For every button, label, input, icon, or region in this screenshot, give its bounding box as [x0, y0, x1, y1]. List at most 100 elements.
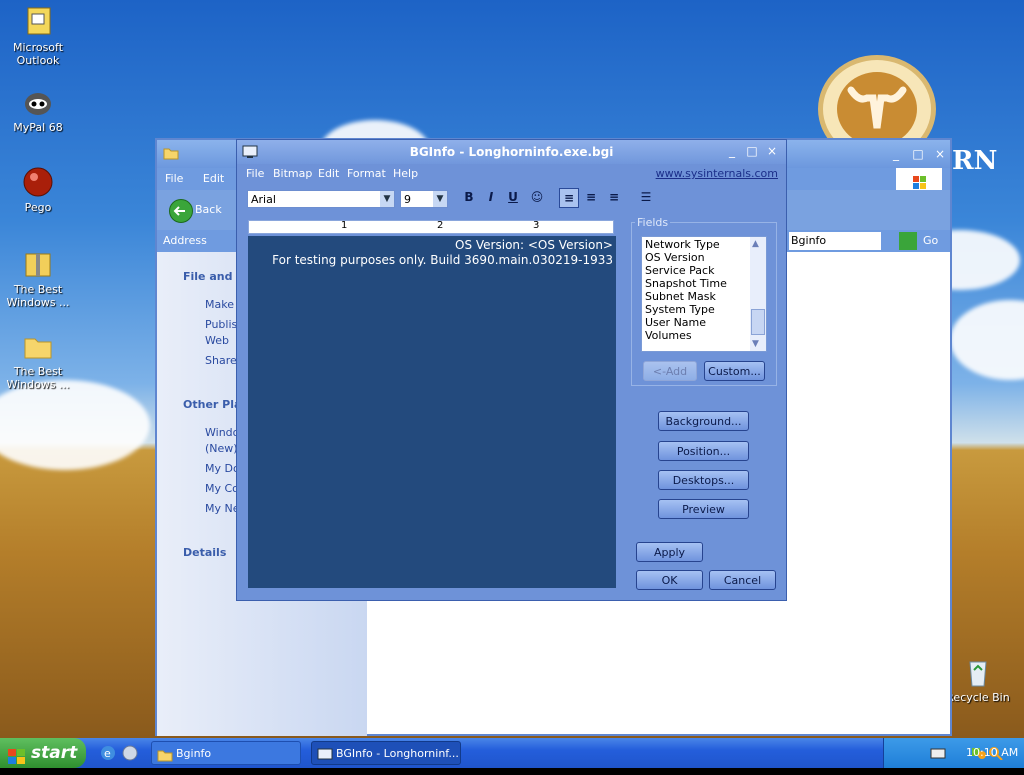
maximize-icon[interactable]: □ — [909, 146, 927, 162]
svg-text:e: e — [104, 747, 111, 760]
place-my-documents[interactable]: My Do — [205, 462, 240, 475]
field-item[interactable]: Snapshot Time — [645, 277, 727, 290]
font-size-select[interactable]: 9 ▼ — [400, 190, 448, 208]
dialog-title: BGInfo - Longhorninfo.exe.bgi — [409, 145, 614, 159]
minimize-icon[interactable]: _ — [723, 143, 741, 159]
maximize-icon[interactable]: □ — [743, 143, 761, 159]
fields-scrollbar[interactable]: ▲ ▼ — [750, 237, 766, 351]
font-name-select[interactable]: Arial ▼ — [247, 190, 395, 208]
underline-icon[interactable]: U — [504, 188, 522, 206]
folder-icon — [157, 747, 173, 771]
cancel-button[interactable]: Cancel — [709, 570, 776, 590]
scroll-up-icon[interactable]: ▲ — [752, 239, 759, 249]
address-field[interactable]: Bginfo — [789, 232, 881, 250]
folder-icon — [22, 330, 54, 362]
back-button[interactable]: Back — [195, 203, 222, 216]
bold-icon[interactable]: B — [460, 188, 478, 206]
task-share[interactable]: Share — [205, 354, 237, 367]
menu-edit[interactable]: Edit — [195, 168, 232, 189]
ruler-mark: 1 — [341, 220, 348, 231]
ruler: 1 2 3 — [248, 220, 614, 234]
desktop-icon-label: Pego — [24, 201, 52, 214]
recycle-bin-icon — [962, 656, 994, 688]
clock-text: 10:10 AM — [966, 746, 1019, 759]
apply-button[interactable]: Apply — [636, 542, 703, 562]
bull-logo-icon — [837, 72, 917, 146]
background-button[interactable]: Background... — [658, 411, 749, 431]
bginfo-app-icon — [317, 747, 333, 771]
align-center-icon[interactable]: ≡ — [582, 188, 600, 206]
field-item[interactable]: OS Version — [645, 251, 705, 264]
align-right-icon[interactable]: ≡ — [605, 188, 623, 206]
sysinternals-link[interactable]: www.sysinternals.com — [656, 167, 778, 180]
dialog-titlebar[interactable]: BGInfo - Longhorninfo.exe.bgi _ □ × — [237, 140, 786, 164]
place-my-network[interactable]: My Ne — [205, 502, 240, 515]
task-bginfo-dialog[interactable]: BGInfo - Longhorninf... — [311, 741, 461, 765]
place-my-computer[interactable]: My Co — [205, 482, 239, 495]
menu-file[interactable]: File — [157, 168, 191, 189]
start-button[interactable]: start — [0, 738, 86, 768]
ruler-mark: 2 — [437, 220, 444, 231]
task-label: BGInfo - Longhorninf... — [336, 747, 459, 760]
add-field-button[interactable]: <-Add — [643, 361, 697, 381]
desktop-icon-zip[interactable]: The Best Windows ... — [0, 248, 76, 309]
editor-line: OS Version: <OS Version> — [455, 238, 613, 252]
chevron-down-icon[interactable]: ▼ — [380, 191, 394, 207]
bginfo-dialog[interactable]: BGInfo - Longhorninfo.exe.bgi _ □ × File… — [236, 139, 787, 601]
bullet-list-icon[interactable]: ☰ — [637, 188, 655, 206]
menu-format[interactable]: Format — [347, 167, 386, 180]
task-label: Bginfo — [176, 747, 212, 760]
desktop-icon-label: Microsoft Outlook — [12, 41, 64, 67]
place-windows[interactable]: Windo — [205, 426, 239, 439]
details-heading[interactable]: Details — [183, 546, 226, 559]
preview-button[interactable]: Preview — [658, 499, 749, 519]
menu-help[interactable]: Help — [393, 167, 418, 180]
field-item[interactable]: Volumes — [645, 329, 692, 342]
position-button[interactable]: Position... — [658, 441, 749, 461]
task-bginfo-folder[interactable]: Bginfo — [151, 741, 301, 765]
close-icon[interactable]: × — [931, 146, 949, 162]
close-icon[interactable]: × — [763, 143, 781, 159]
desktop-icon-mypal[interactable]: MyPal 68 — [0, 86, 76, 134]
folder-icon — [163, 146, 179, 163]
go-button[interactable]: Go — [923, 234, 938, 247]
chevron-down-icon[interactable]: ▼ — [433, 191, 447, 207]
back-arrow-icon[interactable] — [169, 199, 193, 223]
align-left-icon[interactable]: ≡ — [559, 188, 579, 208]
dialog-menubar: File Bitmap Edit Format Help www.sysinte… — [237, 164, 786, 184]
scroll-thumb[interactable] — [751, 309, 765, 335]
windows-flag-icon — [8, 745, 26, 775]
address-label: Address — [163, 234, 207, 247]
keyboard-icon[interactable] — [930, 746, 946, 763]
desktop-icon-outlook[interactable]: Microsoft Outlook — [0, 6, 76, 67]
fields-list[interactable]: Network Type OS Version Service Pack Sna… — [641, 236, 767, 352]
field-item[interactable]: Service Pack — [645, 264, 714, 277]
scroll-down-icon[interactable]: ▼ — [752, 339, 759, 349]
desktop-icon-pego[interactable]: Pego — [0, 166, 76, 214]
field-item[interactable]: User Name — [645, 316, 706, 329]
desktops-button[interactable]: Desktops... — [658, 470, 749, 490]
internet-explorer-icon[interactable]: e — [100, 745, 116, 764]
minimize-icon[interactable]: _ — [887, 146, 905, 162]
field-item[interactable]: Subnet Mask — [645, 290, 716, 303]
fields-label: Fields — [635, 216, 671, 229]
menu-edit[interactable]: Edit — [318, 167, 339, 180]
field-item[interactable]: Network Type — [645, 238, 720, 251]
zip-folder-icon — [22, 248, 54, 280]
task-publish-web[interactable]: Web — [205, 334, 229, 347]
field-item[interactable]: System Type — [645, 303, 715, 316]
cloud — [950, 300, 1024, 380]
desktop-icon-folder[interactable]: The Best Windows ... — [0, 330, 76, 391]
desktop-icon-label: MyPal 68 — [13, 121, 63, 134]
custom-button[interactable]: Custom... — [704, 361, 765, 381]
go-arrow-icon[interactable] — [899, 232, 917, 250]
raccoon-icon — [22, 86, 54, 118]
show-desktop-icon[interactable] — [122, 745, 138, 764]
menu-file[interactable]: File — [246, 167, 264, 180]
font-color-icon[interactable]: ☺ — [528, 188, 546, 206]
italic-icon[interactable]: I — [482, 188, 500, 206]
menu-bitmap[interactable]: Bitmap — [273, 167, 312, 180]
ok-button[interactable]: OK — [636, 570, 703, 590]
info-text-editor[interactable]: OS Version: <OS Version> For testing pur… — [248, 236, 616, 588]
start-label: start — [31, 743, 78, 763]
